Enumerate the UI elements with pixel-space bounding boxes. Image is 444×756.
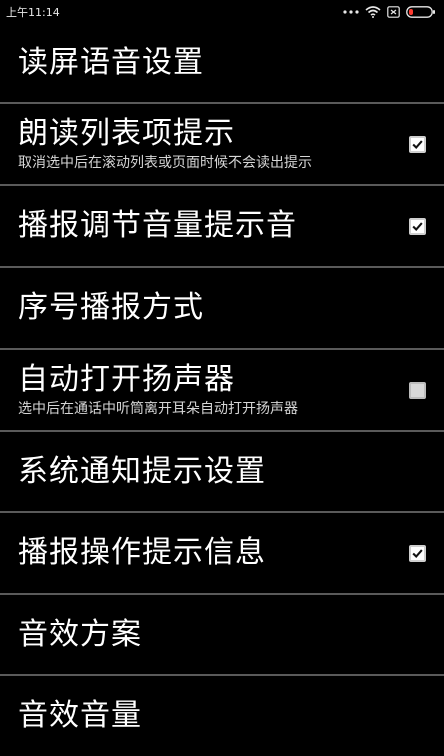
wifi-icon (365, 6, 381, 18)
setting-subtitle: 取消选中后在滚动列表或页面时候不会读出提示 (18, 155, 312, 171)
check-icon (412, 139, 423, 149)
setting-title: 序号播报方式 (18, 290, 204, 325)
sim-icon (387, 6, 400, 18)
setting-item-sound-scheme[interactable]: 音效方案 (0, 595, 444, 676)
read-list-hints-checkbox[interactable] (409, 135, 426, 153)
setting-item-operation-hints[interactable]: 播报操作提示信息 (0, 513, 444, 595)
setting-title: 播报调节音量提示音 (18, 208, 297, 243)
setting-item-number-mode[interactable]: 序号播报方式 (0, 268, 444, 350)
status-bar: 上午11:14 (0, 0, 444, 24)
status-icons (343, 6, 436, 18)
check-icon (412, 548, 423, 558)
settings-list: 读屏语音设置 朗读列表项提示 取消选中后在滚动列表或页面时候不会读出提示 播报调… (0, 24, 444, 756)
screen-title-row: 读屏语音设置 (0, 24, 444, 104)
setting-item-read-list-hints[interactable]: 朗读列表项提示 取消选中后在滚动列表或页面时候不会读出提示 (0, 104, 444, 186)
setting-subtitle: 选中后在通话中听筒离开耳朵自动打开扬声器 (18, 401, 298, 417)
auto-speaker-checkbox[interactable] (409, 381, 426, 399)
setting-title: 音效方案 (18, 616, 142, 652)
setting-item-auto-speaker[interactable]: 自动打开扬声器 选中后在通话中听筒离开耳朵自动打开扬声器 (0, 350, 444, 432)
setting-item-system-notifications[interactable]: 系统通知提示设置 (0, 432, 444, 513)
volume-tone-checkbox[interactable] (409, 217, 426, 235)
setting-title: 音效音量 (18, 698, 142, 733)
operation-hints-checkbox[interactable] (409, 544, 426, 562)
setting-title: 自动打开扬声器 (18, 362, 235, 397)
battery-icon (406, 6, 436, 18)
setting-item-sound-volume[interactable]: 音效音量 (0, 676, 444, 756)
page-title: 读屏语音设置 (18, 45, 204, 80)
setting-title: 朗读列表项提示 (18, 116, 235, 151)
status-time: 上午11:14 (6, 6, 60, 19)
setting-title: 系统通知提示设置 (18, 453, 266, 489)
setting-item-volume-tone[interactable]: 播报调节音量提示音 (0, 186, 444, 268)
more-dots-icon (343, 9, 359, 15)
check-icon (412, 221, 423, 231)
setting-title: 播报操作提示信息 (18, 535, 266, 570)
